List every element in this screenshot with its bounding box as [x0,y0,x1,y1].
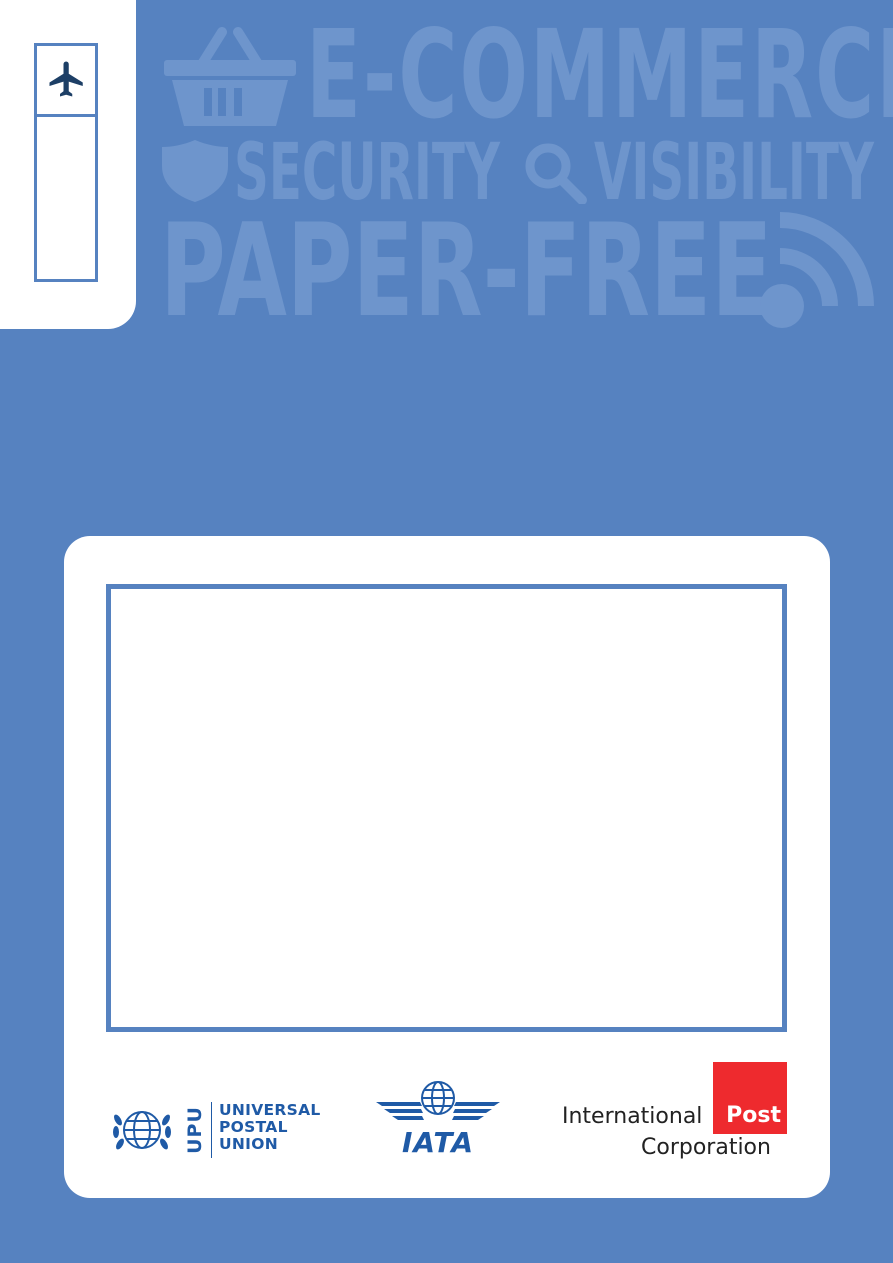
watermark-ecommerce: E-COMMERCE [306,4,893,146]
shopping-basket-icon [164,27,296,126]
rss-feed-icon [760,212,874,328]
upu-line-2: POSTAL [219,1118,288,1136]
label-divider [37,114,95,117]
address-frame [106,584,787,1032]
watermark-paper-free: PAPER-FREE [160,197,773,346]
upu-abbr-text: UPU [184,1106,206,1154]
ipc-line-corporation: Corporation [641,1135,771,1160]
ipc-post-block: Post [713,1062,787,1134]
upu-wordmark: UNIVERSAL POSTAL UNION [219,1102,321,1153]
iata-wordmark: IATA [401,1126,474,1159]
un-emblem-icon [113,1111,171,1150]
airplane-icon [49,61,83,97]
iata-globe-wings-icon [376,1081,500,1120]
upu-line-1: UNIVERSAL [219,1101,321,1119]
ipc-post-text: Post [726,1103,781,1128]
upu-divider [211,1102,212,1158]
magnifier-icon [525,143,587,204]
upu-line-3: UNION [219,1135,278,1153]
upu-abbreviation: UPU [184,1102,206,1158]
ipc-line-international: International [562,1104,703,1129]
shield-icon [162,140,228,202]
